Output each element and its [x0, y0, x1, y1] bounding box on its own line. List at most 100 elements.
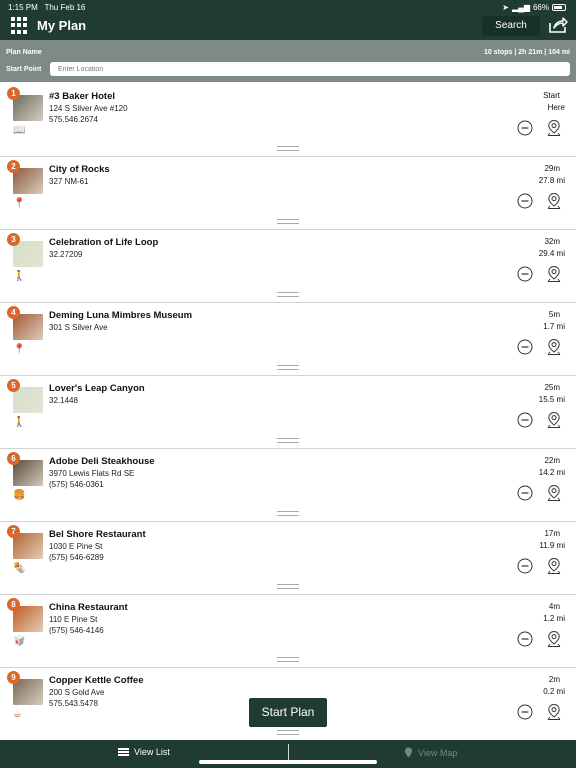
- stop-row[interactable]: 5 🚶 Lover's Leap Canyon 32.1448 25m 15.5…: [0, 376, 576, 449]
- remove-stop-icon[interactable]: [517, 704, 533, 720]
- drag-handle[interactable]: [277, 584, 299, 589]
- burger-icon: 🍔: [13, 490, 26, 501]
- map-pin-icon[interactable]: [545, 119, 563, 137]
- map-marker-icon: [405, 747, 412, 758]
- stop-distance: 1.2 mi: [543, 614, 565, 623]
- map-pin-icon[interactable]: [545, 265, 563, 283]
- stop-address: 301 S Silver Ave: [49, 323, 108, 332]
- stop-row[interactable]: 3 🚶 Celebration of Life Loop 32.27209 32…: [0, 230, 576, 303]
- stops-list: 1 📖 #3 Baker Hotel 124 S Silver Ave #120…: [0, 84, 576, 740]
- remove-stop-icon[interactable]: [517, 485, 533, 501]
- stop-address: 200 S Gold Ave: [49, 688, 105, 697]
- stop-phone[interactable]: (575) 546-6289: [49, 553, 104, 562]
- stop-phone[interactable]: (575) 546-4146: [49, 626, 104, 635]
- map-pin-icon[interactable]: [545, 338, 563, 356]
- remove-stop-icon[interactable]: [517, 412, 533, 428]
- plan-summary: 10 stops | 2h 21m | 104 mi: [483, 49, 570, 56]
- drag-handle[interactable]: [277, 365, 299, 370]
- start-point-label: Start Point: [6, 66, 42, 73]
- stop-thumbnail: [13, 314, 43, 340]
- battery-percent: 66%: [532, 3, 549, 12]
- remove-stop-icon[interactable]: [517, 631, 533, 647]
- drag-handle[interactable]: [277, 657, 299, 662]
- stop-address: 3970 Lewis Flats Rd SE: [49, 469, 135, 478]
- stop-address: 124 S Silver Ave #120: [49, 104, 128, 113]
- map-pin-icon[interactable]: [545, 411, 563, 429]
- map-pin-icon[interactable]: [545, 557, 563, 575]
- stop-row[interactable]: 8 🥡 China Restaurant 110 E Pine St (575)…: [0, 595, 576, 668]
- book-icon: 📖: [13, 125, 26, 136]
- stop-number-badge: 9: [7, 671, 20, 684]
- stop-number-badge: 3: [7, 233, 20, 246]
- list-icon: [118, 748, 129, 756]
- stop-travel-time: 17m: [544, 529, 560, 538]
- stop-thumbnail: [13, 460, 43, 486]
- location-pin-icon: 📍: [13, 198, 26, 209]
- stop-name: #3 Baker Hotel: [49, 91, 116, 102]
- stop-name: Adobe Deli Steakhouse: [49, 456, 155, 467]
- drag-handle[interactable]: [277, 511, 299, 516]
- stop-row[interactable]: 4 📍 Deming Luna Mimbres Museum 301 S Sil…: [0, 303, 576, 376]
- start-plan-button[interactable]: Start Plan: [249, 698, 327, 727]
- stop-thumbnail: [13, 679, 43, 705]
- stop-address: 327 NM-61: [49, 177, 89, 186]
- location-arrow-icon: ➤: [502, 3, 509, 12]
- drag-handle[interactable]: [277, 730, 299, 735]
- stop-thumbnail: [13, 606, 43, 632]
- stop-number-badge: 7: [7, 525, 20, 538]
- stop-row[interactable]: 2 📍 City of Rocks 327 NM-61 29m 27.8 mi: [0, 157, 576, 230]
- apps-grid-icon[interactable]: [11, 17, 28, 34]
- share-icon[interactable]: [548, 16, 568, 34]
- hiker-icon: 🚶: [13, 417, 26, 428]
- stop-travel-time: 29m: [544, 164, 560, 173]
- stop-row[interactable]: 6 🍔 Adobe Deli Steakhouse 3970 Lewis Fla…: [0, 449, 576, 522]
- page-title: My Plan: [37, 18, 87, 33]
- stop-distance: 15.5 mi: [538, 395, 565, 404]
- status-indicators: ➤ ▂▄▆ 66%: [502, 3, 566, 12]
- stop-travel-time: 4m: [548, 602, 560, 611]
- stop-distance: 27.8 mi: [538, 176, 565, 185]
- drag-handle[interactable]: [277, 219, 299, 224]
- start-location-input[interactable]: [50, 62, 570, 76]
- plan-name-label: Plan Name: [6, 49, 42, 56]
- stop-name: Celebration of Life Loop: [49, 237, 159, 248]
- map-pin-icon[interactable]: [545, 484, 563, 502]
- stop-phone[interactable]: (575) 546-0361: [49, 480, 104, 489]
- stop-address: 32.1448: [49, 396, 78, 405]
- remove-stop-icon[interactable]: [517, 266, 533, 282]
- plan-info-bar: Plan Name 10 stops | 2h 21m | 104 mi Sta…: [0, 40, 576, 82]
- stop-number-badge: 1: [7, 87, 20, 100]
- stop-phone[interactable]: 575.546.2674: [49, 115, 98, 124]
- stop-thumbnail: [13, 241, 43, 267]
- remove-stop-icon[interactable]: [517, 193, 533, 209]
- remove-stop-icon[interactable]: [517, 558, 533, 574]
- map-pin-icon[interactable]: [545, 630, 563, 648]
- tab-view-list[interactable]: View List: [118, 747, 170, 757]
- map-pin-icon[interactable]: [545, 192, 563, 210]
- remove-stop-icon[interactable]: [517, 339, 533, 355]
- status-time: 1:15 PM Thu Feb 16: [8, 3, 86, 12]
- tab-view-map[interactable]: View Map: [404, 747, 457, 758]
- map-pin-icon[interactable]: [545, 703, 563, 721]
- stop-phone[interactable]: 575.543.5478: [49, 699, 98, 708]
- stop-travel-time: 2m: [548, 675, 560, 684]
- stop-name: City of Rocks: [49, 164, 110, 175]
- stop-row[interactable]: 7 🌯 Bel Shore Restaurant 1030 E Pine St …: [0, 522, 576, 595]
- stop-row[interactable]: 1 📖 #3 Baker Hotel 124 S Silver Ave #120…: [0, 84, 576, 157]
- stop-number-badge: 2: [7, 160, 20, 173]
- stop-thumbnail: [13, 168, 43, 194]
- stop-name: Lover's Leap Canyon: [49, 383, 145, 394]
- drag-handle[interactable]: [277, 438, 299, 443]
- stop-distance: Here: [547, 103, 565, 112]
- hiker-icon: 🚶: [13, 271, 26, 282]
- burrito-icon: 🌯: [13, 563, 26, 574]
- remove-stop-icon[interactable]: [517, 120, 533, 136]
- stop-name: China Restaurant: [49, 602, 128, 613]
- stop-thumbnail: [13, 387, 43, 413]
- search-button[interactable]: Search: [482, 16, 540, 36]
- location-pin-icon: 📍: [13, 344, 26, 355]
- drag-handle[interactable]: [277, 292, 299, 297]
- stop-travel-time: 22m: [544, 456, 560, 465]
- drag-handle[interactable]: [277, 146, 299, 151]
- tab-view-map-label: View Map: [418, 747, 458, 758]
